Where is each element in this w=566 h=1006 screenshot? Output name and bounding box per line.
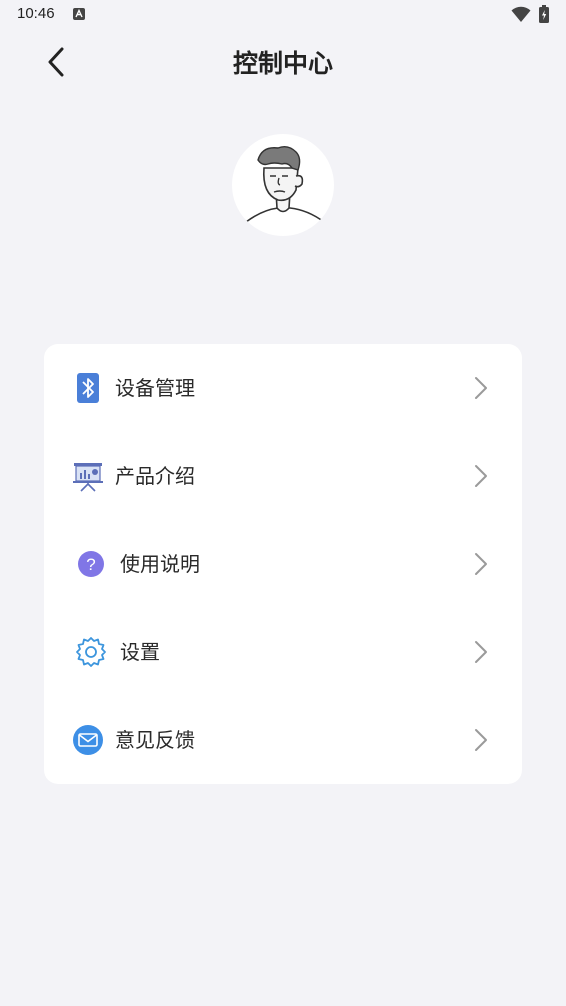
menu-item-device-management[interactable]: 设备管理 xyxy=(44,344,522,432)
user-avatar-icon xyxy=(245,145,325,223)
page-title: 控制中心 xyxy=(232,49,333,78)
svg-text:?: ? xyxy=(86,555,95,574)
mail-icon xyxy=(73,725,103,755)
battery-icon xyxy=(539,5,549,23)
presentation-icon xyxy=(73,463,103,492)
wifi-icon xyxy=(511,6,531,22)
status-time: 10:46 xyxy=(17,5,55,22)
menu-item-label: 意见反馈 xyxy=(115,728,195,752)
chevron-right-icon xyxy=(475,729,487,751)
chevron-right-icon xyxy=(475,377,487,399)
chevron-right-icon xyxy=(475,465,487,487)
chevron-right-icon xyxy=(475,553,487,575)
notification-icon xyxy=(73,8,85,20)
menu-item-product-intro[interactable]: 产品介绍 xyxy=(44,432,522,520)
menu-item-label: 设置 xyxy=(120,640,160,664)
status-bar: 10:46 xyxy=(0,0,566,30)
help-icon: ? xyxy=(78,551,104,577)
menu-card: 设备管理 产品介绍 ? 使用说明 设置 意见反馈 xyxy=(44,344,522,784)
menu-item-label: 产品介绍 xyxy=(115,464,195,488)
gear-icon xyxy=(76,637,106,667)
menu-item-settings[interactable]: 设置 xyxy=(44,608,522,696)
chevron-right-icon xyxy=(475,641,487,663)
menu-item-label: 设备管理 xyxy=(115,376,195,400)
avatar[interactable] xyxy=(232,134,334,236)
menu-item-feedback[interactable]: 意见反馈 xyxy=(44,696,522,784)
menu-item-instructions[interactable]: ? 使用说明 xyxy=(44,520,522,608)
bluetooth-icon xyxy=(77,373,99,403)
header: 控制中心 xyxy=(0,30,566,92)
menu-item-label: 使用说明 xyxy=(120,552,200,576)
